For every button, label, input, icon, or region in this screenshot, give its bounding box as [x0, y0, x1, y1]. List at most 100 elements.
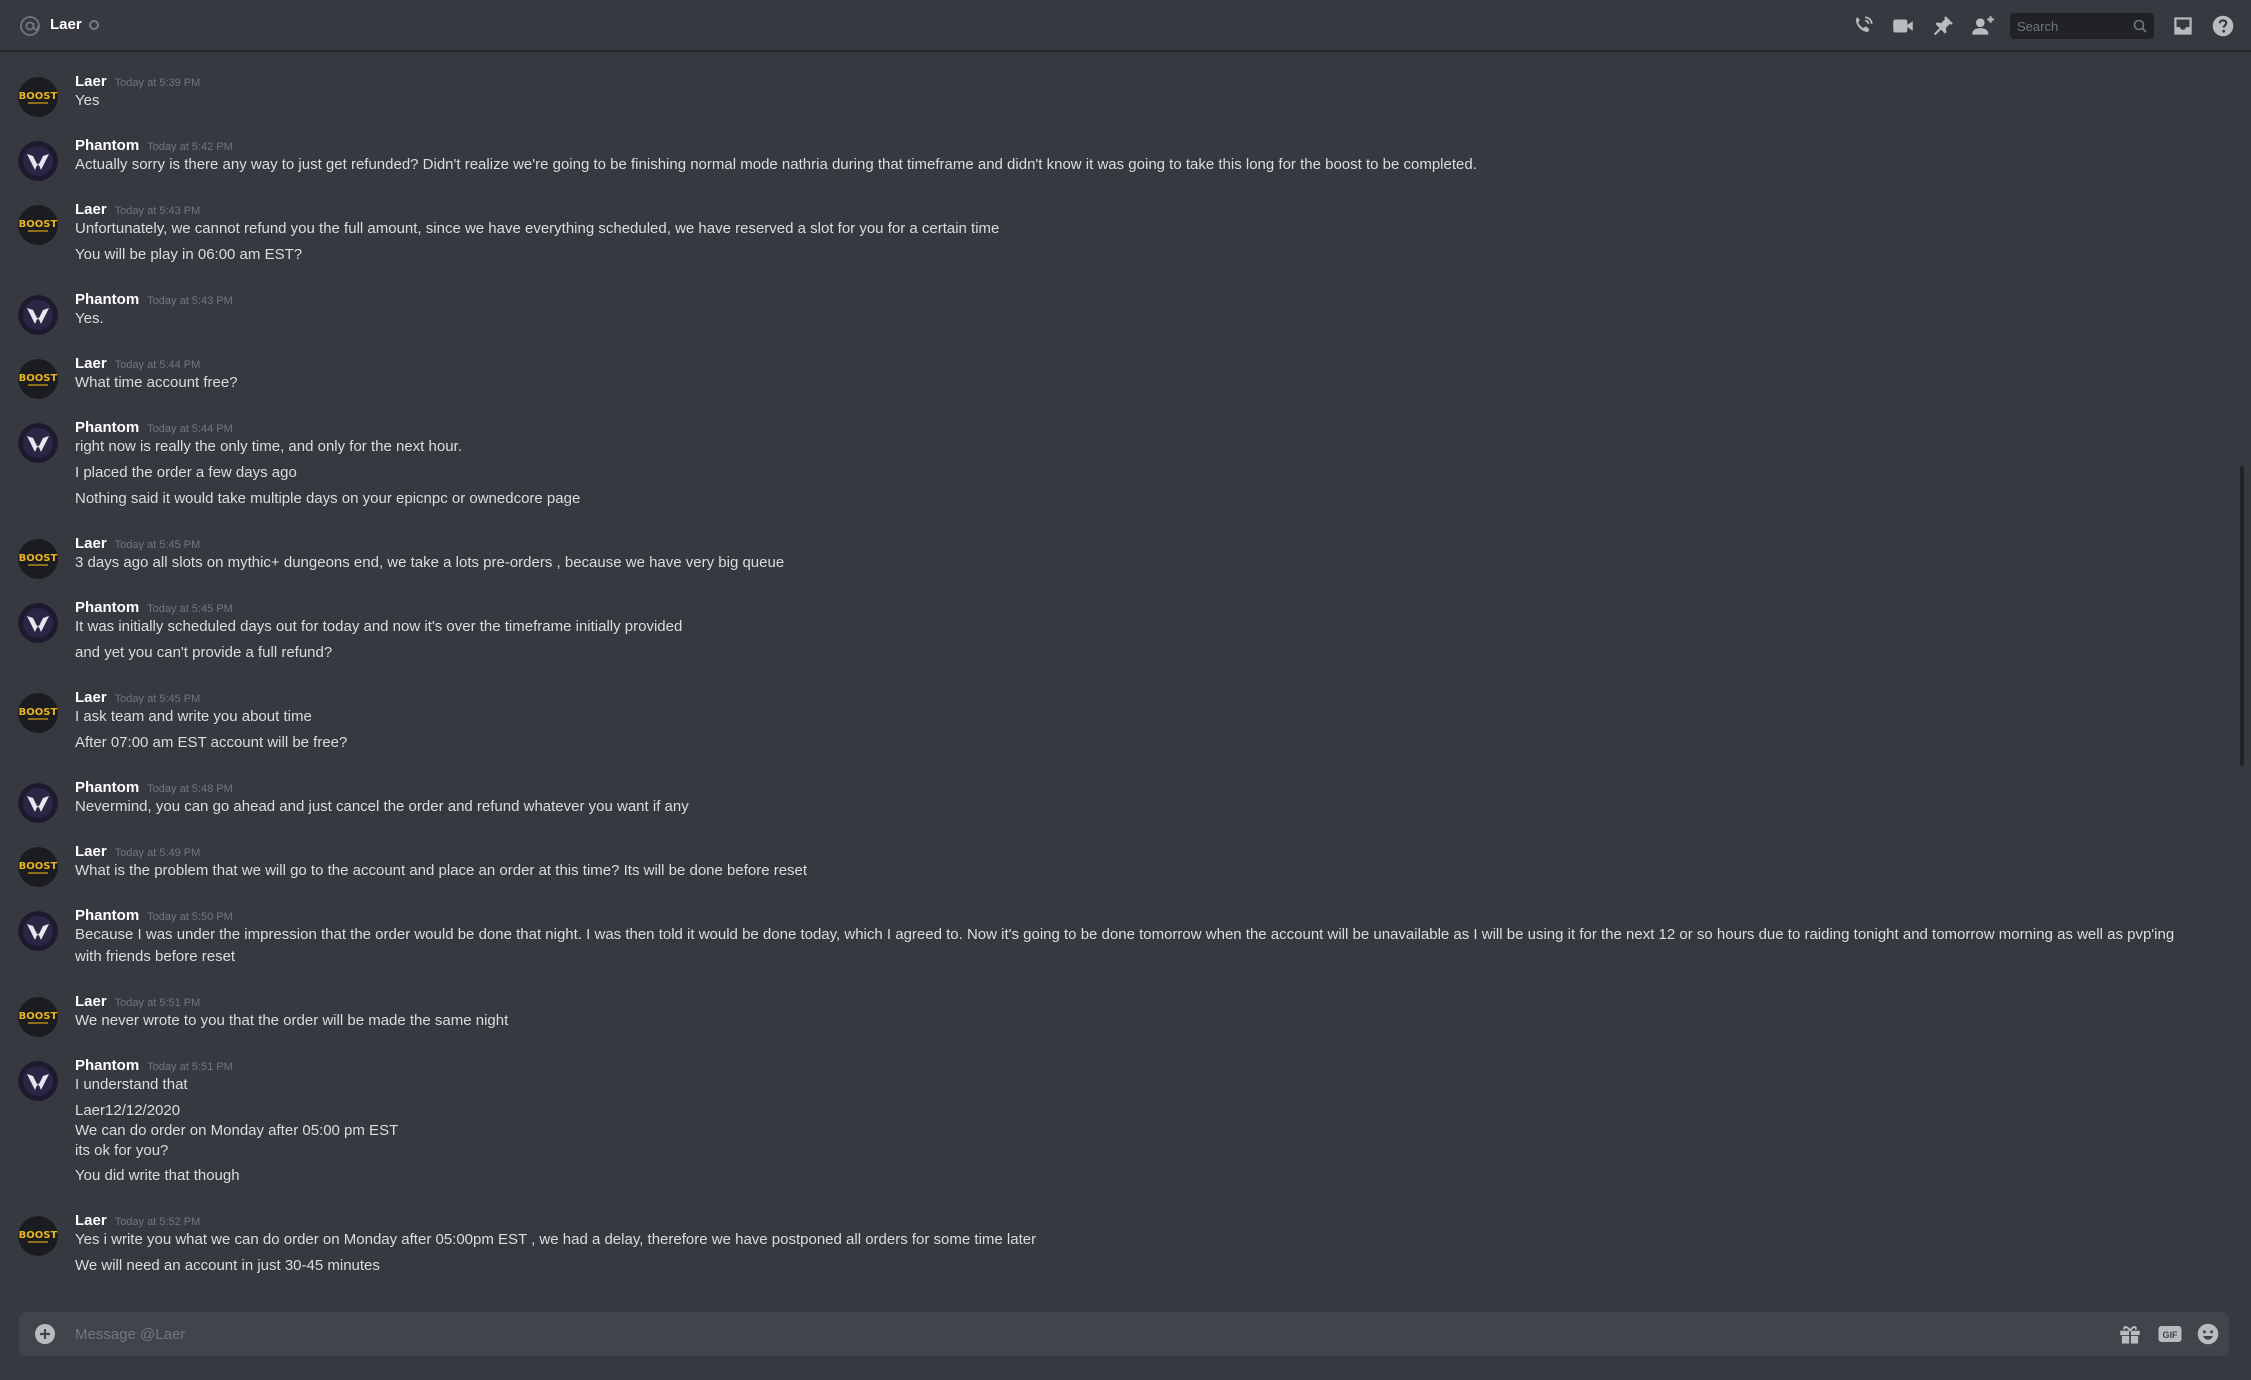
message-list[interactable]: BOOST Laer Today at 5:39 PM Yes Phantom Today… — [0, 51, 2230, 1301]
username[interactable]: Laer — [75, 993, 107, 1011]
message-header: Phantom Today at 5:43 PM — [75, 286, 2190, 308]
message-composer[interactable]: GIF — [19, 1312, 2229, 1356]
message-group: BOOST Laer Today at 5:51 PM We never wrote … — [0, 988, 2230, 1037]
message-group: Phantom Today at 5:48 PM Nevermind, you ca… — [0, 774, 2230, 823]
add-friends-to-dm-icon[interactable] — [1970, 13, 1996, 39]
avatar[interactable] — [18, 783, 58, 823]
message-header: Laer Today at 5:51 PM — [75, 988, 2190, 1010]
message-text: right now is really the only time, and o… — [75, 438, 462, 455]
message-text: Nothing said it would take multiple days… — [75, 490, 581, 507]
username[interactable]: Laer — [75, 689, 107, 707]
message-group: Phantom Today at 5:42 PM Actually sorry is… — [0, 132, 2230, 181]
message-input[interactable] — [75, 1323, 2055, 1345]
username[interactable]: Laer — [75, 535, 107, 553]
message-text: 3 days ago all slots on mythic+ dungeons… — [75, 554, 785, 571]
message-header: Laer Today at 5:45 PM — [75, 684, 2190, 706]
message-text: I placed the order a few days ago — [75, 464, 297, 481]
avatar[interactable]: BOOST — [18, 693, 58, 733]
username[interactable]: Laer — [75, 1212, 107, 1230]
avatar[interactable]: BOOST — [18, 205, 58, 245]
username[interactable]: Phantom — [75, 291, 139, 309]
avatar[interactable]: BOOST — [18, 1216, 58, 1256]
username[interactable]: Phantom — [75, 1057, 139, 1075]
svg-text:GIF: GIF — [2163, 1330, 2179, 1340]
search-bar[interactable] — [2010, 13, 2154, 39]
timestamp: Today at 5:45 PM — [114, 539, 201, 551]
svg-text:BOOST: BOOST — [19, 91, 58, 102]
avatar[interactable] — [18, 911, 58, 951]
channel-header: Laer — [0, 0, 2251, 51]
help-icon[interactable] — [2210, 13, 2236, 39]
scrollbar-thumb[interactable] — [2240, 466, 2244, 766]
avatar[interactable]: BOOST — [18, 539, 58, 579]
username[interactable]: Phantom — [75, 137, 139, 155]
timestamp: Today at 5:51 PM — [114, 997, 201, 1009]
message-header: Phantom Today at 5:51 PM — [75, 1052, 2190, 1074]
message-text: What time account free? — [75, 374, 238, 391]
svg-text:BOOST: BOOST — [19, 1011, 58, 1022]
svg-text:BOOST: BOOST — [19, 219, 58, 230]
timestamp: Today at 5:44 PM — [147, 423, 233, 435]
message-header: Phantom Today at 5:42 PM — [75, 132, 2190, 154]
message-text: Yes i write you what we can do order on … — [75, 1231, 1037, 1248]
message-group: Phantom Today at 5:43 PM Yes. — [0, 286, 2230, 335]
username[interactable]: Phantom — [75, 779, 139, 797]
username[interactable]: Phantom — [75, 419, 139, 437]
message-group: BOOST Laer Today at 5:44 PM What time accou… — [0, 350, 2230, 399]
avatar[interactable] — [18, 141, 58, 181]
pinned-messages-icon[interactable] — [1930, 13, 1956, 39]
message-text: We never wrote to you that the order wil… — [75, 1012, 509, 1029]
message-text: Laer12/12/2020 — [75, 1102, 181, 1119]
timestamp: Today at 5:52 PM — [114, 1216, 201, 1228]
message-text: Unfortunately, we cannot refund you the … — [75, 220, 1000, 237]
message-text: We will need an account in just 30-45 mi… — [75, 1257, 380, 1274]
avatar[interactable] — [18, 1061, 58, 1101]
avatar[interactable]: BOOST — [18, 77, 58, 117]
timestamp: Today at 5:49 PM — [114, 847, 201, 859]
message-header: Laer Today at 5:39 PM — [75, 68, 2190, 90]
username[interactable]: Laer — [75, 355, 107, 373]
message-group: BOOST Laer Today at 5:52 PM Yes i write you… — [0, 1207, 2230, 1277]
timestamp: Today at 5:39 PM — [114, 77, 201, 89]
timestamp: Today at 5:43 PM — [147, 295, 233, 307]
timestamp: Today at 5:48 PM — [147, 783, 233, 795]
avatar[interactable] — [18, 423, 58, 463]
avatar[interactable]: BOOST — [18, 359, 58, 399]
message-header: Phantom Today at 5:48 PM — [75, 774, 2190, 796]
upload-plus-icon[interactable] — [33, 1322, 57, 1346]
avatar[interactable] — [18, 295, 58, 335]
username[interactable]: Laer — [75, 201, 107, 219]
timestamp: Today at 5:43 PM — [114, 205, 201, 217]
svg-text:BOOST: BOOST — [19, 553, 58, 564]
search-input[interactable] — [2017, 17, 2127, 35]
message-group: BOOST Laer Today at 5:45 PM I ask team and … — [0, 684, 2230, 754]
message-text: I ask team and write you about time — [75, 708, 312, 725]
message-text: It was initially scheduled days out for … — [75, 618, 683, 635]
avatar[interactable] — [18, 603, 58, 643]
username[interactable]: Laer — [75, 843, 107, 861]
avatar[interactable]: BOOST — [18, 847, 58, 887]
start-video-call-icon[interactable] — [1890, 13, 1916, 39]
message-text: We can do order on Monday after 05:00 pm… — [75, 1122, 399, 1139]
gift-icon[interactable] — [2117, 1321, 2143, 1347]
avatar[interactable]: BOOST — [18, 997, 58, 1037]
username[interactable]: Phantom — [75, 907, 139, 925]
message-text: After 07:00 am EST account will be free? — [75, 734, 348, 751]
message-header: Laer Today at 5:52 PM — [75, 1207, 2190, 1229]
timestamp: Today at 5:45 PM — [147, 603, 233, 615]
message-group: BOOST Laer Today at 5:49 PM What is the pro… — [0, 838, 2230, 887]
message-text: Nevermind, you can go ahead and just can… — [75, 798, 689, 815]
message-text: its ok for you? — [75, 1142, 169, 1159]
message-text: Because I was under the impression that … — [75, 926, 2175, 965]
message-group: Phantom Today at 5:50 PM Because I was und… — [0, 902, 2230, 968]
emoji-icon[interactable] — [2195, 1321, 2221, 1347]
timestamp: Today at 5:45 PM — [114, 693, 201, 705]
svg-text:BOOST: BOOST — [19, 373, 58, 384]
inbox-icon[interactable] — [2170, 13, 2196, 39]
offline-status-icon — [89, 20, 99, 30]
username[interactable]: Laer — [75, 73, 107, 91]
start-voice-call-icon[interactable] — [1850, 13, 1876, 39]
username[interactable]: Phantom — [75, 599, 139, 617]
message-text: Yes — [75, 92, 100, 109]
gif-icon[interactable]: GIF — [2157, 1321, 2183, 1347]
